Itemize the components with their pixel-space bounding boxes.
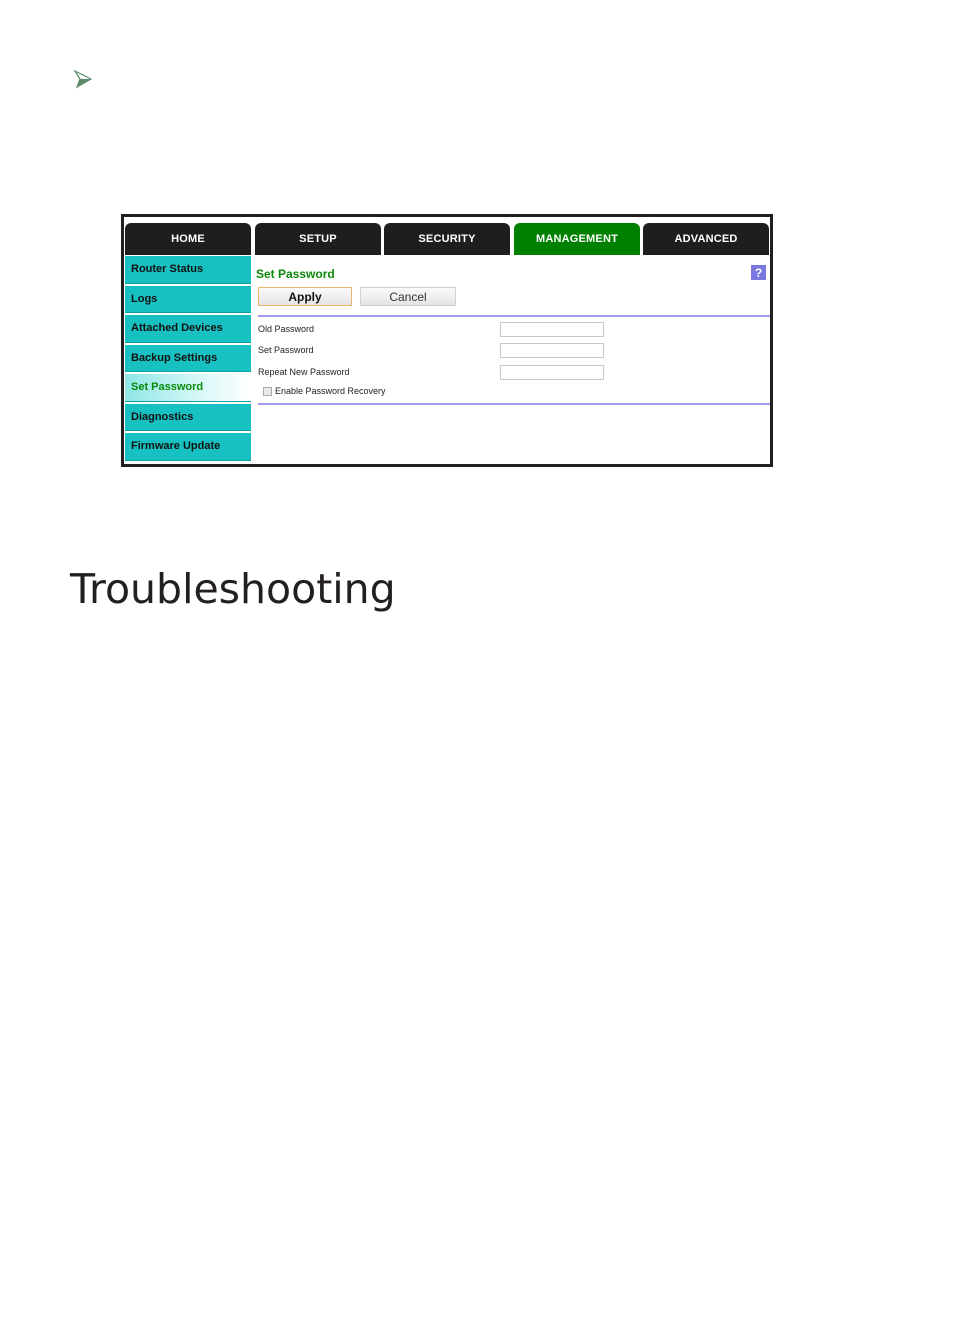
set-password-input[interactable] xyxy=(500,343,604,358)
tab-home[interactable]: HOME xyxy=(125,223,251,255)
tab-advanced[interactable]: ADVANCED xyxy=(643,223,769,255)
sidebar-item-attached-devices[interactable]: Attached Devices xyxy=(125,315,251,343)
old-password-input[interactable] xyxy=(500,322,604,337)
repeat-password-label: Repeat New Password xyxy=(258,367,350,377)
old-password-label: Old Password xyxy=(258,324,315,334)
tab-setup[interactable]: SETUP xyxy=(255,223,381,255)
tab-management[interactable]: MANAGEMENT xyxy=(514,223,640,255)
help-icon[interactable]: ? xyxy=(751,265,766,280)
sidebar-item-backup-settings[interactable]: Backup Settings xyxy=(125,344,251,372)
top-nav: HOME SETUP SECURITY MANAGEMENT ADVANCED xyxy=(124,217,770,255)
set-password-label: Set Password xyxy=(258,345,314,355)
page-title: Set Password xyxy=(256,267,335,281)
sidebar-menu: Router Status Logs Attached Devices Back… xyxy=(125,256,251,464)
cancel-button[interactable]: Cancel xyxy=(360,287,456,306)
section-heading: Troubleshooting xyxy=(70,565,396,614)
apply-button[interactable]: Apply xyxy=(258,287,352,306)
sidebar-item-set-password[interactable]: Set Password xyxy=(125,374,251,402)
repeat-password-input[interactable] xyxy=(500,365,604,380)
enable-password-recovery-label: Enable Password Recovery xyxy=(275,386,386,396)
divider xyxy=(258,403,770,405)
sidebar-item-logs[interactable]: Logs xyxy=(125,285,251,313)
sidebar-item-firmware-update[interactable]: Firmware Update xyxy=(125,433,251,461)
sidebar-item-router-status[interactable]: Router Status xyxy=(125,256,251,284)
router-screenshot: HOME SETUP SECURITY MANAGEMENT ADVANCED … xyxy=(121,214,773,467)
arrow-bullet-icon xyxy=(73,69,93,89)
enable-password-recovery-checkbox[interactable] xyxy=(263,387,272,396)
tab-security[interactable]: SECURITY xyxy=(384,223,510,255)
set-password-panel: Set Password ? Apply Cancel Old Password… xyxy=(256,256,770,464)
sidebar-item-diagnostics[interactable]: Diagnostics xyxy=(125,403,251,431)
divider xyxy=(258,315,770,317)
